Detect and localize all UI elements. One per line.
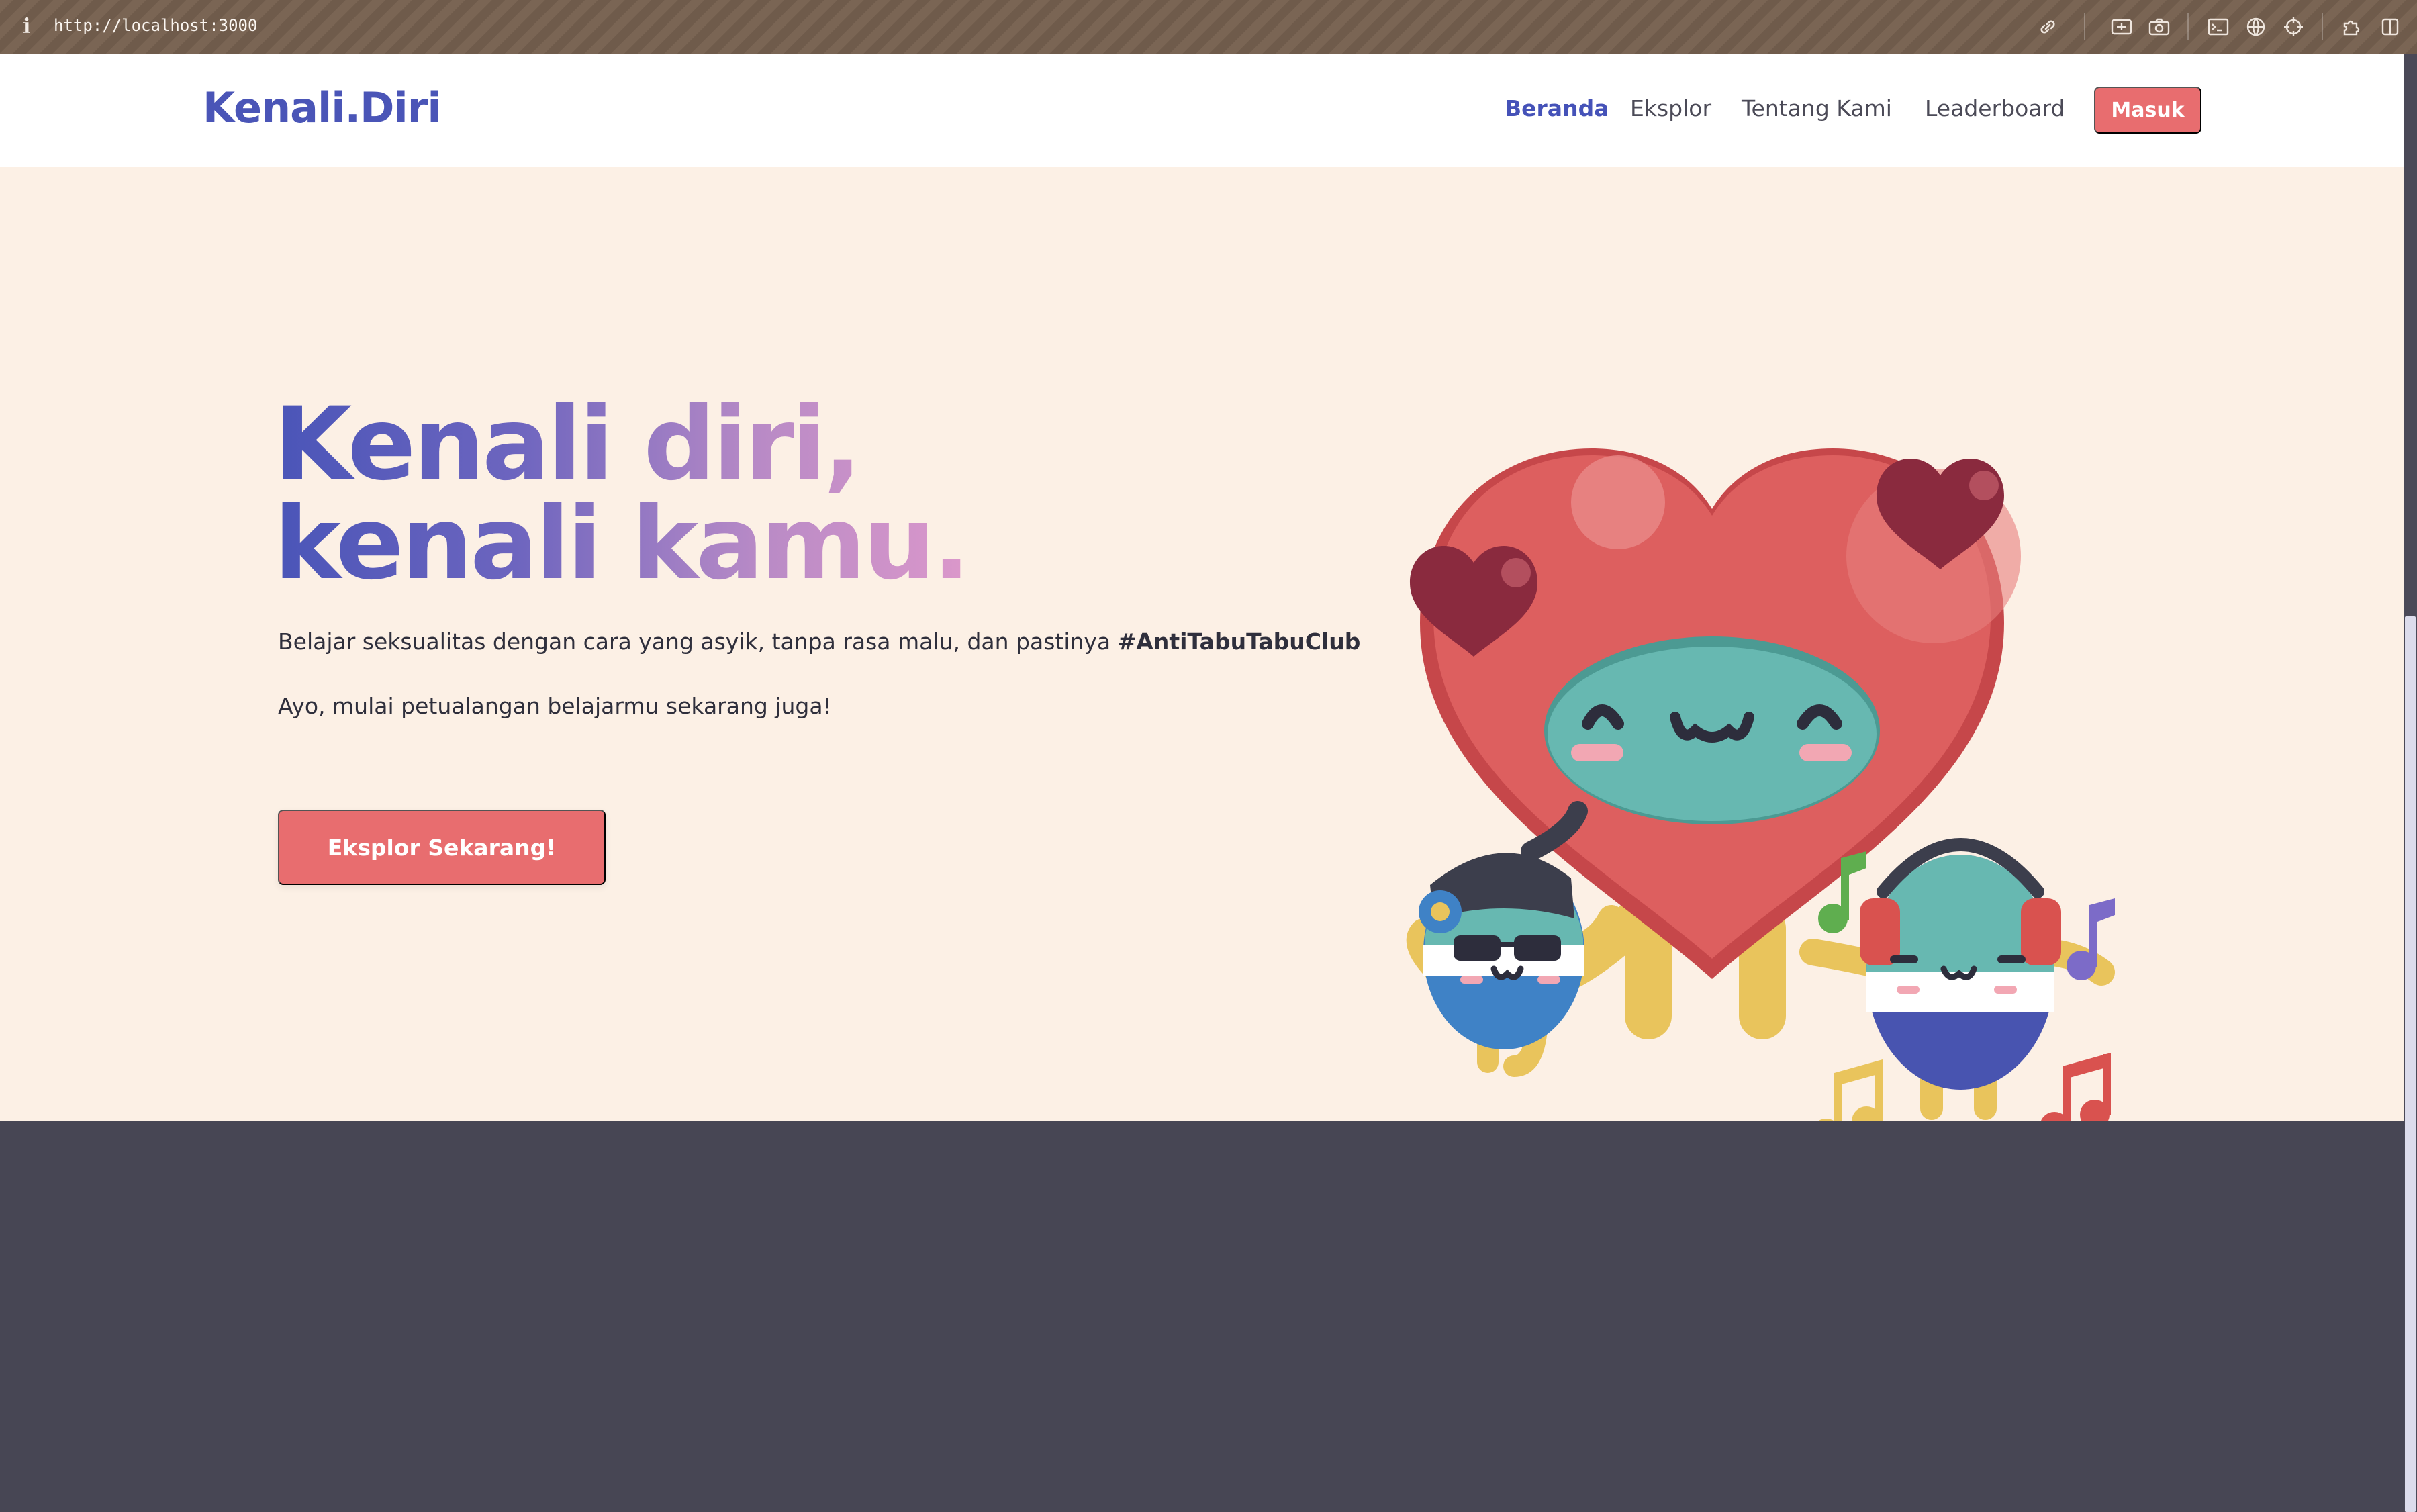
address-bar-url[interactable]: http://localhost:3000 [54,16,257,35]
hero-title-line-1: Kenali diri, [274,386,859,503]
small-heart-right-shine [1969,471,1999,500]
terminal-icon[interactable] [2205,13,2232,40]
small-heart-left-shine [1501,558,1531,587]
char2-headphone-right [2021,898,2061,965]
char2-blush-left [1897,986,1920,994]
toolbar-divider [2322,13,2323,40]
link-icon[interactable] [2034,13,2061,40]
char2-eye-left [1890,955,1918,963]
hero-title: Kenali diri, kenali kamu. [274,395,1080,594]
hero-hashtag: #AntiTabuTabuClub [1117,628,1361,655]
login-button[interactable]: Masuk [2094,87,2201,134]
heart-blush-left [1571,744,1623,761]
char1-blush-left [1460,976,1483,984]
sidebar-icon[interactable] [2377,13,2404,40]
hero-subtext: Ayo, mulai petualangan belajarmu sekaran… [278,693,832,719]
brand-logo[interactable]: Kenali.Diri [203,83,442,132]
nav-link-tentang-kami[interactable]: Tentang Kami [1742,95,1892,122]
page-scrollbar-thumb[interactable] [2405,616,2416,1512]
site-navbar: Kenali.Diri Beranda Eksplor Tentang Kami… [0,54,2404,167]
char1-glasses-right [1514,935,1561,961]
browser-toolbar: i http://localhost:3000 [0,0,2417,54]
heart-blush-right [1799,744,1852,761]
hero-title-line-2: kenali kamu. [274,485,968,602]
hero-illustration [1406,448,2115,1148]
site-info-icon[interactable]: i [23,15,30,38]
char2-eye-right [1997,955,2026,963]
nav-link-leaderboard[interactable]: Leaderboard [1925,95,2065,122]
dark-content-section [0,1121,2404,1512]
extension-icon[interactable] [2340,13,2367,40]
globe-icon[interactable] [2242,13,2269,40]
nav-link-beranda[interactable]: Beranda [1505,95,1609,122]
screenshot-area-icon[interactable] [2108,13,2135,40]
char1-blush-right [1537,976,1560,984]
explore-now-button[interactable]: Eksplor Sekarang! [278,810,606,885]
toolbar-divider [2187,13,2189,40]
heart-highlight-1 [1571,455,1665,549]
crosshair-icon[interactable] [2280,13,2307,40]
camera-icon[interactable] [2146,13,2173,40]
hero-description-text: Belajar seksualitas dengan cara yang asy… [278,628,1118,655]
hero-section: Kenali diri, kenali kamu. Belajar seksua… [0,167,2404,1148]
char1-glasses-left [1454,935,1501,961]
char1-headphone-left-inner [1431,902,1450,921]
char1-glasses-bridge [1497,942,1517,947]
nav-link-eksplor[interactable]: Eksplor [1630,95,1711,122]
toolbar-divider [2084,13,2085,40]
char2-blush-right [1994,986,2017,994]
hero-description: Belajar seksualitas dengan cara yang asy… [278,628,1360,655]
